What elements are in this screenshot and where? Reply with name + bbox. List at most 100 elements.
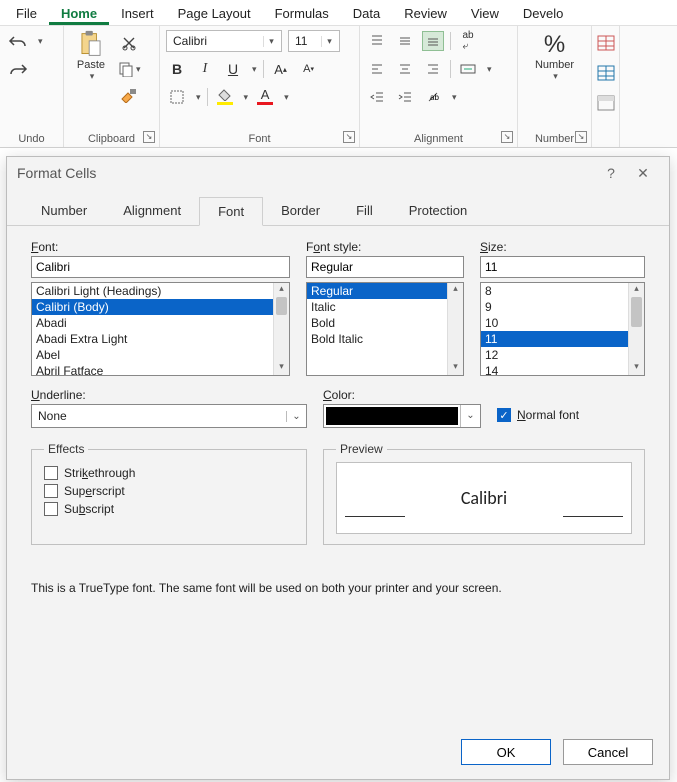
scroll-up-icon[interactable]: ▴ xyxy=(629,283,644,297)
tab-border[interactable]: Border xyxy=(263,197,338,225)
color-select[interactable]: ⌄ xyxy=(323,404,481,428)
undo-button[interactable] xyxy=(6,30,30,52)
chevron-down-icon[interactable]: ⌄ xyxy=(460,405,480,427)
fill-color-button[interactable] xyxy=(214,86,236,108)
list-item[interactable]: 14 xyxy=(481,363,644,376)
list-item[interactable]: Bold Italic xyxy=(307,331,463,347)
list-item[interactable]: Italic xyxy=(307,299,463,315)
menu-developer[interactable]: Develo xyxy=(511,2,575,25)
scrollbar-thumb[interactable] xyxy=(631,297,642,327)
increase-font-button[interactable]: A▴ xyxy=(270,58,292,80)
underline-dropdown-icon[interactable]: ▾ xyxy=(252,64,257,75)
font-size-listbox[interactable]: 8 9 10 11 12 14 ▴ ▾ xyxy=(480,282,645,376)
tab-protection[interactable]: Protection xyxy=(391,197,486,225)
list-item[interactable]: Calibri Light (Headings) xyxy=(32,283,289,299)
tab-fill[interactable]: Fill xyxy=(338,197,391,225)
tab-alignment[interactable]: Alignment xyxy=(105,197,199,225)
font-size-input[interactable] xyxy=(480,256,645,278)
increase-indent-button[interactable] xyxy=(394,86,416,108)
scroll-up-icon[interactable]: ▴ xyxy=(448,283,463,297)
menu-page-layout[interactable]: Page Layout xyxy=(166,2,263,25)
underline-button[interactable]: U xyxy=(222,58,244,80)
list-item[interactable]: Regular xyxy=(307,283,463,299)
align-left-button[interactable] xyxy=(366,59,388,79)
dialog-help-button[interactable]: ? xyxy=(595,165,627,181)
alignment-dialog-launcher-icon[interactable]: ↘ xyxy=(501,131,513,143)
scrollbar-thumb[interactable] xyxy=(276,297,287,315)
dialog-close-button[interactable]: ✕ xyxy=(627,165,659,182)
align-bottom-button[interactable] xyxy=(422,31,444,51)
font-dialog-launcher-icon[interactable]: ↘ xyxy=(343,131,355,143)
font-style-input[interactable] xyxy=(306,256,464,278)
font-color-dropdown-icon[interactable]: ▾ xyxy=(284,92,289,103)
merge-dropdown-icon[interactable]: ▾ xyxy=(487,64,492,75)
list-item[interactable]: Calibri (Body) xyxy=(32,299,289,315)
list-item[interactable]: 10 xyxy=(481,315,644,331)
list-item[interactable]: Abadi Extra Light xyxy=(32,331,289,347)
font-style-listbox[interactable]: Regular Italic Bold Bold Italic ▴ ▾ xyxy=(306,282,464,376)
menu-file[interactable]: File xyxy=(4,2,49,25)
chevron-down-icon[interactable]: ▾ xyxy=(263,36,279,47)
copy-button[interactable]: ▾ xyxy=(116,58,143,80)
font-size-combo[interactable]: 11 ▾ xyxy=(288,30,340,52)
scroll-up-icon[interactable]: ▴ xyxy=(274,283,289,297)
fill-color-dropdown-icon[interactable]: ▾ xyxy=(244,92,249,103)
list-item[interactable]: Abril Fatface xyxy=(32,363,289,376)
copy-dropdown-icon[interactable]: ▾ xyxy=(136,64,141,75)
menu-insert[interactable]: Insert xyxy=(109,2,166,25)
menu-review[interactable]: Review xyxy=(392,2,459,25)
strikethrough-checkbox[interactable]: Strikethrough xyxy=(44,466,294,480)
number-dropdown-icon[interactable]: ▾ xyxy=(553,71,558,82)
list-item[interactable]: 11 xyxy=(481,331,644,347)
number-format-button[interactable]: % Number ▾ xyxy=(525,30,585,82)
cell-styles-icon[interactable] xyxy=(595,92,617,114)
align-top-button[interactable] xyxy=(366,31,388,51)
borders-dropdown-icon[interactable]: ▾ xyxy=(196,92,201,103)
menu-view[interactable]: View xyxy=(459,2,511,25)
paste-dropdown-icon[interactable]: ▾ xyxy=(90,71,95,82)
scroll-down-icon[interactable]: ▾ xyxy=(629,361,644,375)
clipboard-dialog-launcher-icon[interactable]: ↘ xyxy=(143,131,155,143)
underline-select[interactable]: None ⌄ xyxy=(31,404,307,428)
align-right-button[interactable] xyxy=(422,59,444,79)
format-table-icon[interactable] xyxy=(595,62,617,84)
list-item[interactable]: 8 xyxy=(481,283,644,299)
scrollbar[interactable]: ▴ ▾ xyxy=(447,283,463,375)
scrollbar[interactable]: ▴ ▾ xyxy=(273,283,289,375)
scroll-down-icon[interactable]: ▾ xyxy=(274,361,289,375)
list-item[interactable]: Abel xyxy=(32,347,289,363)
align-middle-button[interactable] xyxy=(394,31,416,51)
menu-home[interactable]: Home xyxy=(49,2,109,25)
merge-center-button[interactable] xyxy=(457,58,479,80)
orientation-dropdown-icon[interactable]: ▾ xyxy=(452,92,457,103)
chevron-down-icon[interactable]: ⌄ xyxy=(286,411,306,422)
redo-button[interactable] xyxy=(6,58,30,80)
cancel-button[interactable]: Cancel xyxy=(563,739,653,765)
subscript-checkbox[interactable]: Subscript xyxy=(44,502,294,516)
cut-button[interactable] xyxy=(116,32,143,54)
align-center-button[interactable] xyxy=(394,59,416,79)
format-painter-button[interactable] xyxy=(116,84,143,106)
bold-button[interactable]: B xyxy=(166,58,188,80)
tab-number[interactable]: Number xyxy=(23,197,105,225)
scroll-down-icon[interactable]: ▾ xyxy=(448,361,463,375)
menu-data[interactable]: Data xyxy=(341,2,392,25)
undo-dropdown-icon[interactable]: ▾ xyxy=(38,36,43,47)
list-item[interactable]: 12 xyxy=(481,347,644,363)
list-item[interactable]: 9 xyxy=(481,299,644,315)
borders-button[interactable] xyxy=(166,86,188,108)
wrap-text-button[interactable]: ab⤶ xyxy=(457,30,479,52)
font-listbox[interactable]: Calibri Light (Headings) Calibri (Body) … xyxy=(31,282,290,376)
tab-font[interactable]: Font xyxy=(199,197,263,226)
decrease-font-button[interactable]: A▾ xyxy=(298,58,320,80)
menu-formulas[interactable]: Formulas xyxy=(263,2,341,25)
list-item[interactable]: Bold xyxy=(307,315,463,331)
chevron-down-icon[interactable]: ▾ xyxy=(321,36,337,47)
orientation-button[interactable]: ab xyxy=(422,86,444,108)
scrollbar[interactable]: ▴ ▾ xyxy=(628,283,644,375)
list-item[interactable]: Abadi xyxy=(32,315,289,331)
normal-font-checkbox[interactable]: ✓ Normal font xyxy=(497,408,579,422)
italic-button[interactable]: I xyxy=(194,58,216,80)
font-name-combo[interactable]: Calibri ▾ xyxy=(166,30,282,52)
conditional-format-icon[interactable] xyxy=(595,32,617,54)
